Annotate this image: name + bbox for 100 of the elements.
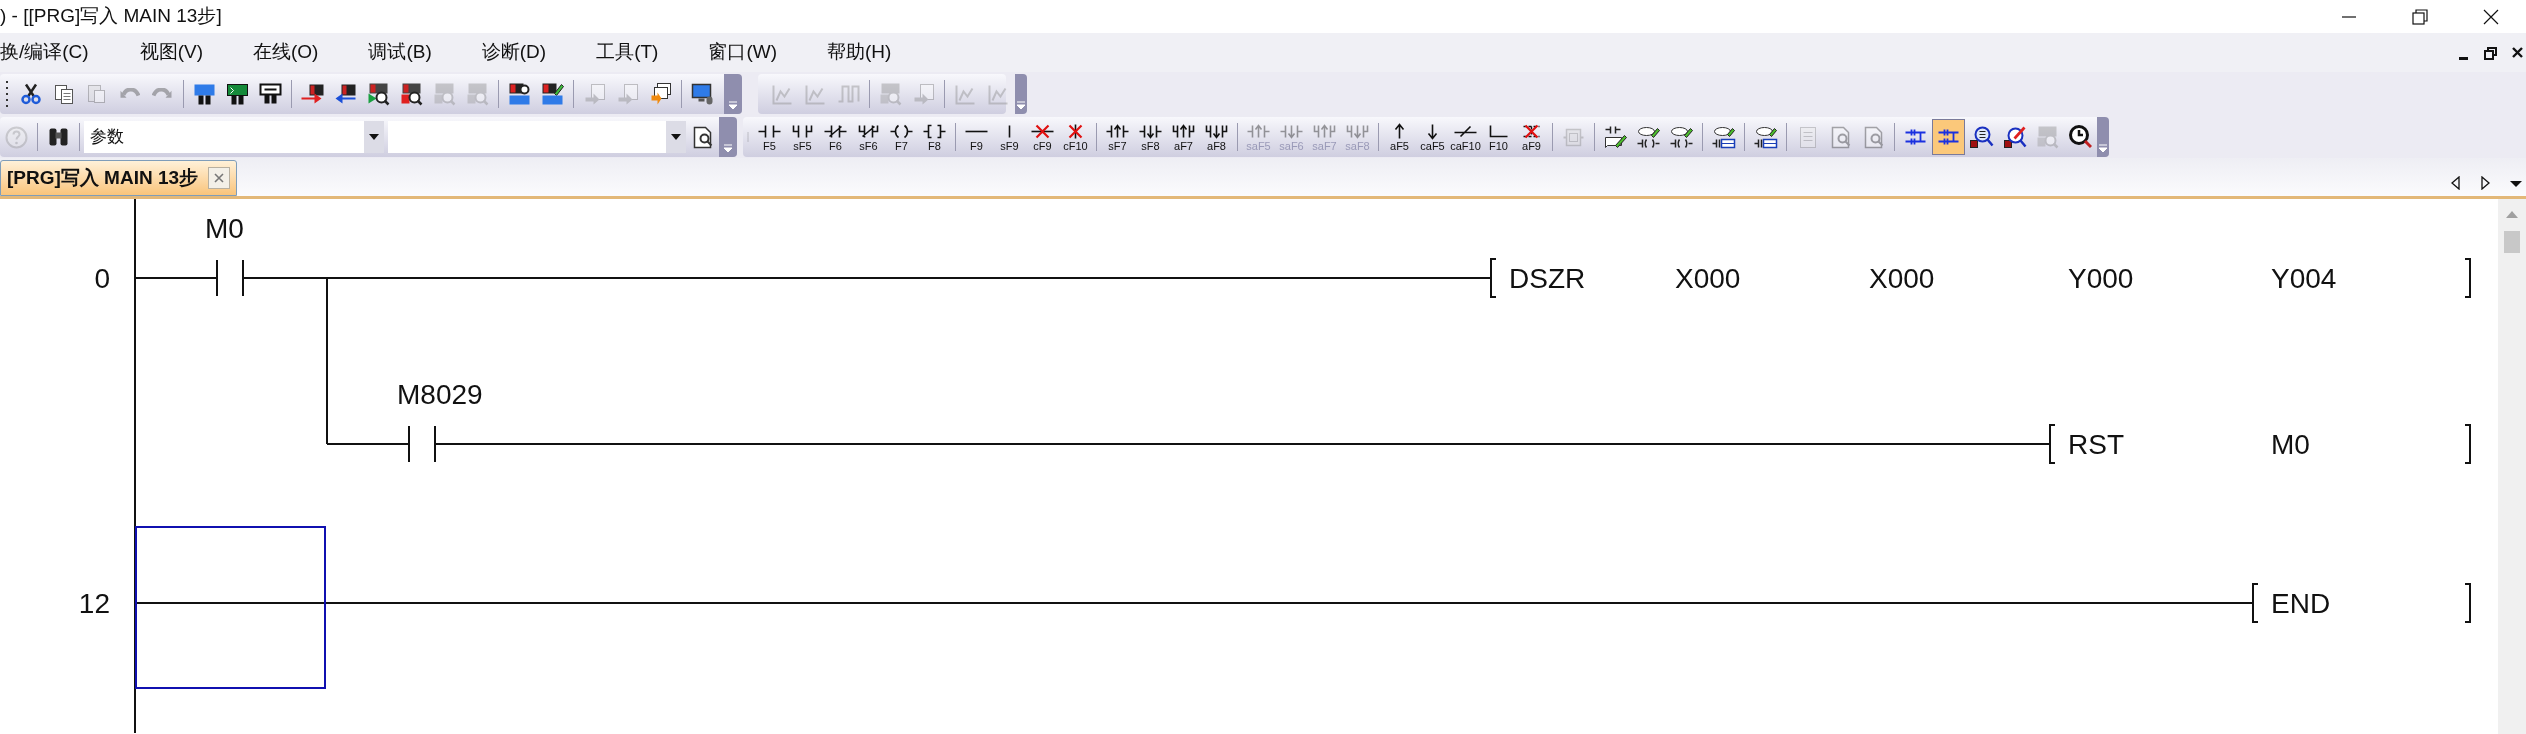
plc-pencil-icon	[540, 82, 565, 106]
restore-icon[interactable]	[2409, 6, 2430, 27]
scrollbar[interactable]	[2498, 199, 2526, 734]
pages-icon	[649, 82, 672, 106]
search-icon	[1969, 125, 1994, 149]
operand-label: X000	[1675, 263, 1741, 294]
chevron-icon	[727, 100, 739, 110]
bracket-icon	[2252, 583, 2259, 623]
corner-line-icon	[1488, 124, 1509, 138]
plc-arrow-icon	[334, 83, 357, 105]
parallel-falling-pulse-icon	[1346, 123, 1369, 139]
toolbar-button[interactable]: F6	[819, 119, 852, 155]
bracket-icon	[2464, 424, 2471, 464]
toolbar-button[interactable]: cF10	[1059, 119, 1092, 155]
plc-magnifier-icon	[466, 82, 489, 106]
bracket-icon	[2464, 583, 2471, 623]
operand-label: M0	[2271, 429, 2310, 460]
dropdown-field[interactable]	[388, 121, 687, 153]
device-label: M0	[205, 213, 244, 244]
comment-pencil-icon	[1636, 125, 1661, 149]
caret-icon	[368, 133, 381, 141]
step-number: 0	[94, 263, 110, 294]
menu-item[interactable]: 帮助(H)	[802, 38, 917, 67]
toolbar-overflow-button[interactable]	[724, 74, 742, 114]
caret-icon	[670, 133, 683, 141]
paste-icon	[87, 84, 106, 104]
close-icon[interactable]	[2511, 45, 2524, 60]
operand-label: X000	[1869, 263, 1935, 294]
rising-pulse-icon	[1105, 123, 1130, 139]
instruction-label: END	[2271, 588, 2331, 619]
plc-magnifier-icon	[433, 82, 456, 106]
menu-item[interactable]: 诊断(D)	[456, 38, 572, 67]
chevron-icon	[722, 143, 735, 153]
comment-pencil-icon	[1603, 125, 1628, 149]
falling-pulse-icon	[1279, 123, 1304, 139]
instruction-label: RST	[2068, 429, 2124, 460]
plc-magnifier-icon	[508, 82, 531, 106]
toolbar-button[interactable]: sF7	[1101, 119, 1134, 155]
close-tab-button[interactable]	[208, 167, 231, 189]
comment-table-icon	[1711, 125, 1736, 149]
left-arrow-icon[interactable]	[2450, 176, 2462, 190]
menu-item[interactable]: 窗口(W)	[683, 38, 802, 67]
contact-symbol	[216, 259, 244, 297]
comment-table-icon	[1753, 125, 1778, 149]
vertical-line-icon	[1008, 123, 1011, 139]
horizontal-line-icon	[964, 129, 989, 133]
toolbar-button[interactable]: aF7	[1167, 119, 1200, 155]
bracket-icon	[2049, 424, 2056, 464]
scrollbar-thumb[interactable]	[2504, 231, 2520, 253]
menu-item[interactable]: 在线(O)	[228, 38, 344, 67]
close-icon	[213, 172, 226, 184]
toolbar-button[interactable]: F5	[753, 119, 786, 155]
computer-icon	[691, 82, 714, 106]
ladder-icon	[1937, 128, 1960, 146]
toolbar-button[interactable]: aF9	[1515, 119, 1548, 155]
document-icon	[1798, 125, 1817, 149]
undo-icon	[119, 88, 140, 100]
menu-item[interactable]: 调试(B)	[343, 38, 457, 67]
dropdown-field[interactable]: 参数	[84, 121, 385, 153]
right-arrow-icon[interactable]	[2480, 176, 2492, 190]
down-arrow-icon	[1427, 122, 1438, 140]
delete-line-icon	[1068, 122, 1083, 140]
plc-magnifier-icon	[400, 82, 423, 106]
toolbar-button[interactable]: sF9	[993, 119, 1026, 155]
toolbar-button[interactable]: F8	[918, 119, 951, 155]
device-icon	[193, 82, 216, 106]
chevron-icon	[2097, 143, 2109, 153]
toolbar-overflow-button[interactable]	[1015, 74, 1027, 114]
menu-item[interactable]: 换/编译(C)	[0, 38, 115, 67]
plc-magnifier-icon	[879, 82, 902, 106]
up-arrow-icon	[1394, 122, 1405, 140]
up-arrow-icon	[2505, 209, 2519, 219]
toolbar-button[interactable]: F10	[1482, 119, 1515, 155]
delete-line-icon	[1522, 123, 1541, 139]
bracket-icon	[922, 123, 947, 139]
delete-line-icon	[1030, 123, 1055, 139]
toolbar-button[interactable]: sF6	[852, 119, 885, 155]
document-tab[interactable]: [PRG]写入 MAIN 13步	[0, 160, 238, 196]
chart-icon	[988, 83, 1009, 105]
page-magnifier-icon	[1830, 125, 1851, 149]
toolbar-button[interactable]: F9	[960, 119, 993, 155]
restore-icon[interactable]	[2484, 45, 2497, 60]
ladder-icon	[1904, 128, 1927, 146]
toolbar-button[interactable]: F7	[885, 119, 918, 155]
menu-item[interactable]: 工具(T)	[571, 38, 684, 67]
toolbar-button[interactable]: aF8	[1200, 119, 1233, 155]
break-contact-icon	[823, 123, 848, 139]
binoculars-icon	[48, 127, 69, 147]
toolbar-button[interactable]: cF9	[1026, 119, 1059, 155]
menu-item[interactable]: 视图(V)	[114, 38, 228, 67]
toolbar-button[interactable]: caF10	[1449, 119, 1482, 155]
window-title: ) - [[PRG]写入 MAIN 13步]	[0, 4, 222, 29]
page-magnifier-icon	[1863, 125, 1884, 149]
toolbar-button[interactable]: sF8	[1134, 119, 1167, 155]
page-arrow-icon	[583, 82, 606, 106]
page-arrow-icon	[912, 82, 935, 106]
toolbar-button[interactable]: sF5	[786, 119, 819, 155]
toolbar-button[interactable]: caF5	[1416, 119, 1449, 155]
toolbar-grip-icon	[4, 79, 10, 109]
toolbar-button[interactable]: aF5	[1383, 119, 1416, 155]
